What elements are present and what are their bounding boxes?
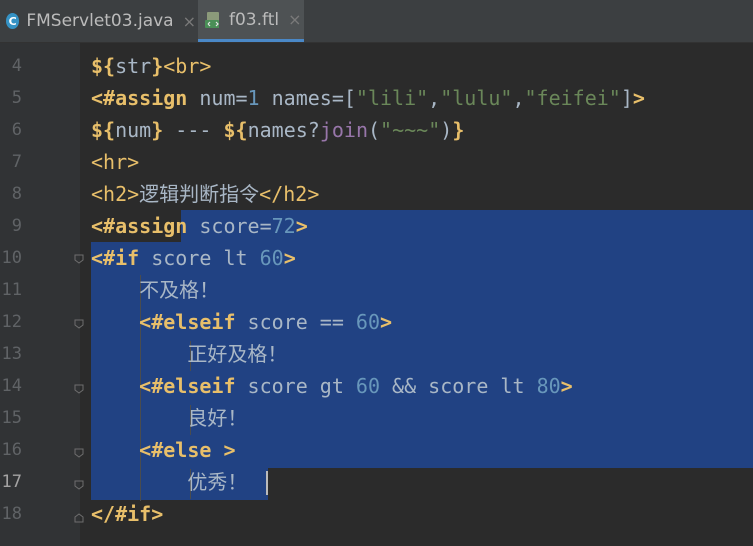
- code-line[interactable]: 13 正好及格！: [0, 338, 753, 370]
- tab-f03-ftl[interactable]: f03.ftl ×: [198, 0, 304, 42]
- code-line[interactable]: 6 ${num} --- ${names?join("~~~")}: [0, 114, 753, 146]
- line-number: 4: [11, 56, 22, 76]
- code-line[interactable]: 16 <#else >: [0, 434, 753, 466]
- tab-label: f03.ftl: [229, 9, 280, 30]
- line-number: 12: [1, 312, 22, 332]
- line-number: 6: [11, 120, 22, 140]
- code-line[interactable]: 17 优秀！: [0, 466, 753, 498]
- code-line[interactable]: 12 <#elseif score == 60>: [0, 306, 753, 338]
- code-line[interactable]: 4 ${str}<br>: [0, 50, 753, 82]
- line-number: 7: [11, 152, 22, 172]
- code-text: 正好及格！: [91, 342, 288, 366]
- java-class-icon: C: [6, 13, 20, 29]
- line-number: 14: [1, 376, 22, 396]
- code-text: <#assign num=1 names=["lili","lulu","fei…: [91, 86, 645, 110]
- line-number: 18: [1, 504, 22, 524]
- code-line[interactable]: 5 <#assign num=1 names=["lili","lulu","f…: [0, 82, 753, 114]
- close-icon[interactable]: ×: [183, 12, 196, 31]
- code-line[interactable]: 9 <#assign score=72>: [0, 210, 753, 242]
- code-editor[interactable]: 4 ${str}<br> 5 <#assign num=1 names=["li…: [0, 43, 753, 546]
- close-icon[interactable]: ×: [288, 10, 301, 29]
- code-text: <#assign score=72>: [91, 214, 308, 238]
- code-text: ${num} --- ${names?join("~~~")}: [91, 118, 465, 142]
- code-text: <hr>: [91, 150, 140, 174]
- code-line[interactable]: 11 不及格！: [0, 274, 753, 306]
- code-line[interactable]: 8 <h2>逻辑判断指令</h2>: [0, 178, 753, 210]
- line-number: 15: [1, 408, 22, 428]
- line-number: 17: [1, 472, 22, 492]
- code-line[interactable]: 18 </#if>: [0, 498, 753, 530]
- line-number: 16: [1, 440, 22, 460]
- code-line[interactable]: 14 <#elseif score gt 60 && score lt 80>: [0, 370, 753, 402]
- code-line[interactable]: 10 <#if score lt 60>: [0, 242, 753, 274]
- text-caret: [266, 471, 268, 495]
- line-number: 5: [11, 88, 22, 108]
- tab-fmservlet03-java[interactable]: C FMServlet03.java ×: [6, 0, 196, 42]
- code-text: <h2>逻辑判断指令</h2>: [91, 182, 320, 206]
- code-text: <#if score lt 60>: [91, 246, 296, 270]
- code-text: </#if>: [91, 502, 164, 526]
- code-text: 不及格！: [91, 278, 220, 302]
- line-number: 9: [11, 216, 22, 236]
- code-text: ${str}<br>: [91, 54, 212, 78]
- editor-tab-bar: C FMServlet03.java × f03.ftl ×: [0, 0, 753, 43]
- line-number: 8: [11, 184, 22, 204]
- code-line[interactable]: 15 良好！: [0, 402, 753, 434]
- ftl-file-icon: [205, 11, 219, 28]
- code-text: <#else >: [139, 438, 236, 462]
- line-number: 10: [1, 248, 22, 268]
- code-text: <#elseif score == 60>: [139, 310, 393, 334]
- code-text: <#elseif score gt 60 && score lt 80>: [139, 374, 573, 398]
- code-text: 良好！: [91, 406, 248, 430]
- code-text: 优秀！: [91, 470, 248, 494]
- code-line[interactable]: 7 <hr>: [0, 146, 753, 178]
- line-number: 13: [1, 344, 22, 364]
- tab-label: FMServlet03.java: [26, 11, 174, 31]
- line-number: 11: [1, 280, 22, 300]
